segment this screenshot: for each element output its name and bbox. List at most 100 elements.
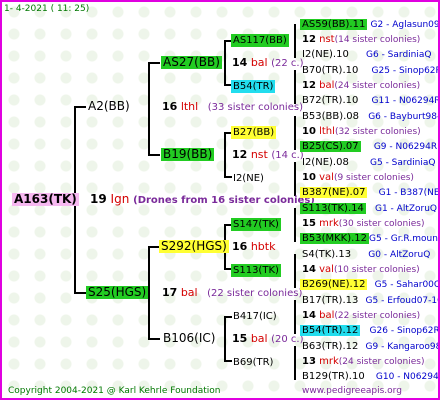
header-date: 1- 4-2021 ( 11: 25) — [4, 4, 90, 14]
g4-id[interactable]: B53(BB).08 — [302, 111, 359, 122]
g4-num: 10 — [302, 126, 316, 137]
g4-id[interactable]: B53(MKK).12 — [300, 233, 370, 244]
g1-note-1: (33 sister colonies) — [207, 102, 303, 113]
g4-code: G25 - Sinop62R — [371, 66, 440, 76]
g4-id[interactable]: B54(TR).12 — [300, 325, 361, 336]
g2-queen-4[interactable]: B106(IC) — [161, 332, 217, 345]
g4-code: G5 - Gr.R.mounta — [369, 234, 440, 244]
g4-row: B53(MKK).12 G5 - Gr.R.mounta — [300, 232, 440, 246]
footer-website[interactable]: www.pedigreeapis.org — [302, 385, 402, 398]
connector-g1b-bottom — [148, 338, 160, 340]
g4-code: G1 - B387(NE) — [378, 188, 440, 198]
g4-tag: lthl — [319, 126, 335, 137]
g4-row: 15 mrk(30 sister colonies) — [302, 217, 425, 231]
connector-g2d — [224, 316, 226, 362]
g4-code: G6 - Bayburt98-3 — [368, 112, 440, 122]
g4-num: 14 — [302, 264, 316, 275]
g4-num: 15 — [302, 218, 316, 229]
g4-num: 13 — [302, 356, 316, 367]
g2-note-2: (14 c.) — [271, 150, 304, 161]
g1-num-1: 16 — [162, 100, 178, 113]
g4-id[interactable]: B269(NE).12 — [300, 279, 368, 290]
g2-info-2: 12 nst (14 c.) — [232, 148, 304, 162]
g4-tag: nst — [319, 34, 335, 45]
g4-id[interactable]: S113(TK).14 — [300, 203, 366, 214]
g4-code: G5 - Sahar00Q — [374, 280, 440, 290]
g2-info-4: 15 bal (20 c.) — [232, 332, 303, 346]
footer-copyright: Copyright 2004-2021 @ Karl Kehrle Founda… — [8, 386, 221, 396]
g4-id[interactable]: S4(TK).13 — [302, 249, 351, 260]
g3-queen-2[interactable]: B54(TR) — [231, 80, 276, 93]
g2-tag-3: hbtk — [250, 240, 276, 253]
connector-g1a-top — [148, 62, 160, 64]
g1-queen-2[interactable]: S25(HGS) — [86, 286, 149, 299]
g4-tag: bal — [319, 310, 335, 321]
g4-row: B269(NE).12 G5 - Sahar00Q — [300, 278, 440, 292]
g2-queen-2[interactable]: B19(BB) — [161, 148, 215, 161]
g2-queen-3[interactable]: S292(HGS) — [159, 240, 229, 253]
g2-tag-4: bal — [250, 332, 268, 345]
connector-g3-6 — [294, 254, 296, 288]
g2-num-2: 12 — [232, 148, 248, 161]
g4-id[interactable]: B129(TR).10 — [302, 371, 365, 382]
g3-queen-7[interactable]: B417(IC) — [231, 310, 279, 323]
g4-row: B63(TR).12 G9 - Kangaroo98R — [302, 340, 440, 354]
g4-id[interactable]: B72(TR).10 — [302, 95, 358, 106]
g3-queen-8[interactable]: B69(TR) — [231, 356, 275, 369]
g4-id[interactable]: AS59(BB).11 — [300, 19, 368, 30]
g4-id[interactable]: B63(TR).12 — [302, 341, 358, 352]
g4-note: (30 sister colonies) — [338, 219, 425, 229]
g2-note-4: (20 c.) — [271, 334, 304, 345]
g4-code: G5 - SardiniaQ — [370, 158, 436, 168]
connector-g3-2 — [294, 70, 296, 104]
g4-note: (22 sister colonies) — [334, 311, 421, 321]
g4-num: 12 — [302, 34, 316, 45]
g4-id[interactable]: B70(TR).10 — [302, 65, 358, 76]
g4-id[interactable]: I2(NE).10 — [302, 49, 349, 60]
root-queen[interactable]: A163(TK) — [12, 193, 79, 206]
g4-row: B25(CS).07 G9 - N06294R — [300, 140, 437, 154]
g3-queen-5[interactable]: S147(TK) — [231, 218, 281, 231]
g4-row: B17(TR).13 G5 - Erfoud07-1Q — [302, 294, 438, 308]
g4-id[interactable]: I2(NE).08 — [302, 157, 349, 168]
g4-tag: val — [319, 264, 334, 275]
g2-info-3: 16 hbtk — [232, 240, 275, 253]
g4-row: I2(NE).08 G5 - SardiniaQ — [302, 156, 435, 170]
connector-g2b — [224, 132, 226, 178]
g4-note: (24 sister colonies) — [338, 357, 425, 367]
g4-code: G10 - N06294R — [375, 372, 440, 382]
g4-row: B387(NE).07 G1 - B387(NE) — [300, 186, 440, 200]
g3-queen-1[interactable]: AS117(BB) — [231, 34, 289, 47]
g2-info-1: 14 bal (22 c.) — [232, 56, 303, 70]
g4-id[interactable]: B387(NE).07 — [300, 187, 368, 198]
g1-tag-2: bal — [180, 286, 198, 299]
g1-info-2: 17 bal (22 sister colonies) — [162, 286, 302, 300]
g4-note: (32 sister colonies) — [334, 127, 421, 137]
g4-id[interactable]: B17(TR).13 — [302, 295, 358, 306]
root-info: 19 Ign (Drones from 16 sister colonies) — [90, 193, 315, 207]
g2-note-1: (22 c.) — [271, 58, 304, 69]
g4-code: G1 - AltZoruQ — [375, 204, 438, 214]
g4-code: G9 - Kangaroo98R — [365, 342, 440, 352]
g1-queen-1[interactable]: A2(BB) — [86, 100, 132, 113]
g2-tag-2: nst — [250, 148, 268, 161]
g1-note-2: (22 sister colonies) — [207, 288, 303, 299]
g4-row: S4(TK).13 G0 - AltZoruQ — [302, 248, 430, 262]
g4-code: G2 - Aglasun09-6 — [370, 20, 440, 30]
g4-row: I2(NE).10 G6 - SardiniaQ — [302, 48, 431, 62]
g4-id[interactable]: B25(CS).07 — [300, 141, 361, 152]
g4-num: 10 — [302, 172, 316, 183]
g4-note: (10 sister colonies) — [333, 265, 420, 275]
g2-num-3: 16 — [232, 240, 248, 253]
connector-g3-1 — [294, 24, 296, 58]
g2-queen-1[interactable]: AS27(BB) — [161, 56, 222, 69]
g4-row: B70(TR).10 G25 - Sinop62R — [302, 64, 440, 78]
g4-tag: val — [319, 172, 334, 183]
root-num: 19 — [90, 192, 107, 206]
g4-row: B53(BB).08 G6 - Bayburt98-3 — [302, 110, 440, 124]
g3-queen-4[interactable]: I2(NE) — [231, 172, 266, 185]
g3-queen-6[interactable]: S113(TK) — [231, 264, 281, 277]
g3-queen-3[interactable]: B27(BB) — [231, 126, 277, 139]
root-tag: Ign — [110, 192, 130, 206]
g4-row: B54(TR).12 G26 - Sinop62R — [300, 324, 438, 338]
